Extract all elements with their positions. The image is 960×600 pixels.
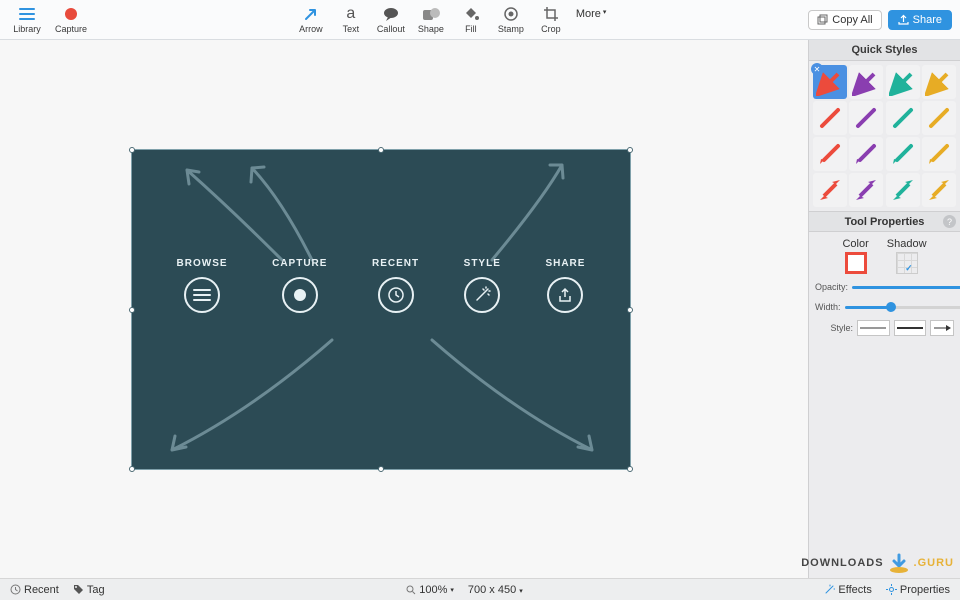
effects-link[interactable]: Effects: [824, 584, 871, 596]
fill-icon: [463, 5, 479, 23]
line-end-start[interactable]: [857, 320, 890, 336]
canvas-item-capture: CAPTURE: [272, 258, 327, 313]
quick-style-pen-1[interactable]: [849, 137, 883, 171]
text-icon: a: [346, 5, 355, 23]
properties-link[interactable]: Properties: [886, 584, 950, 596]
library-label: Library: [13, 24, 41, 34]
copy-icon: [817, 14, 828, 25]
toolbar-right: Copy All Share: [808, 10, 952, 30]
share-button[interactable]: Share: [888, 10, 952, 30]
width-slider[interactable]: [845, 306, 960, 309]
copy-all-button[interactable]: Copy All: [808, 10, 881, 30]
quick-style-pen-3[interactable]: [922, 137, 956, 171]
fill-tool[interactable]: Fill: [452, 2, 490, 38]
color-swatch[interactable]: [845, 252, 867, 274]
effects-icon: [824, 584, 835, 595]
color-property[interactable]: Color: [842, 238, 868, 274]
quick-style-line-1[interactable]: [849, 101, 883, 135]
shadow-property[interactable]: Shadow: [887, 238, 927, 274]
arrow-icon: [303, 5, 319, 23]
wand-icon: [464, 277, 500, 313]
clock-icon: [378, 277, 414, 313]
help-icon[interactable]: ?: [943, 215, 956, 228]
callout-icon: [383, 5, 399, 23]
tag-icon: [73, 584, 84, 595]
line-style[interactable]: [894, 320, 927, 336]
zoom-control[interactable]: 100%▾: [406, 584, 454, 596]
toolbar-tools: Arrow a Text Callout Shape Fill Stamp Cr…: [292, 2, 607, 38]
browse-icon: [184, 277, 220, 313]
quick-style-arrow-0[interactable]: [813, 65, 847, 99]
dimensions-readout[interactable]: 700 x 450 ▾: [468, 584, 523, 596]
width-row: Width: 11pt: [815, 300, 954, 314]
quick-style-arrow-2[interactable]: [886, 65, 920, 99]
canvas-item-style: STYLE: [464, 258, 501, 313]
crop-tool[interactable]: Crop: [532, 2, 570, 38]
more-tools[interactable]: More▾: [576, 2, 607, 38]
crop-icon: [543, 5, 559, 23]
style-row: Style:: [815, 320, 954, 336]
stamp-icon: [503, 5, 519, 23]
toolbar-left: Library Capture: [8, 2, 90, 38]
quick-style-arrow-3[interactable]: [922, 65, 956, 99]
line-end-end[interactable]: [930, 320, 954, 336]
tool-properties-body: Color Shadow Opacity: 100% Width: 11pt S…: [809, 232, 960, 342]
search-icon: [406, 585, 416, 595]
arrow-tool[interactable]: Arrow: [292, 2, 330, 38]
library-button[interactable]: Library: [8, 2, 46, 38]
tag-link[interactable]: Tag: [73, 584, 105, 596]
side-panel: Quick Styles Tool Properties ? Color Sha…: [808, 40, 960, 578]
opacity-slider[interactable]: [852, 286, 960, 289]
quick-styles-grid: [809, 61, 960, 211]
menu-icon: [19, 5, 35, 23]
canvas-item-browse: BROWSE: [177, 258, 228, 313]
callout-tool[interactable]: Callout: [372, 2, 410, 38]
main-area: BROWSE CAPTURE RECENT STYLE SHARE Quick …: [0, 40, 960, 578]
canvas[interactable]: BROWSE CAPTURE RECENT STYLE SHARE: [0, 40, 808, 578]
canvas-item-share: SHARE: [545, 258, 585, 313]
shape-tool[interactable]: Shape: [412, 2, 450, 38]
opacity-row: Opacity: 100%: [815, 280, 954, 294]
quick-styles-header: Quick Styles: [809, 40, 960, 61]
capture-label: Capture: [55, 24, 87, 34]
canvas-item-recent: RECENT: [372, 258, 419, 313]
capture-button[interactable]: Capture: [52, 2, 90, 38]
shadow-picker[interactable]: [896, 252, 918, 274]
tool-properties-header: Tool Properties ?: [809, 211, 960, 232]
quick-style-arrow-1[interactable]: [849, 65, 883, 99]
stamp-tool[interactable]: Stamp: [492, 2, 530, 38]
status-bar: Recent Tag 100%▾ 700 x 450 ▾ Effects Pro…: [0, 578, 960, 600]
share-up-icon: [547, 277, 583, 313]
clock-small-icon: [10, 584, 21, 595]
quick-style-double-0[interactable]: [813, 173, 847, 207]
text-tool[interactable]: a Text: [332, 2, 370, 38]
chevron-down-icon: ▾: [519, 588, 523, 595]
toolbar: Library Capture Arrow a Text Callout Sha…: [0, 0, 960, 40]
quick-style-pen-0[interactable]: [813, 137, 847, 171]
quick-style-double-3[interactable]: [922, 173, 956, 207]
upload-icon: [898, 14, 909, 25]
canvas-icons: BROWSE CAPTURE RECENT STYLE SHARE: [132, 258, 630, 313]
recent-link[interactable]: Recent: [10, 584, 59, 596]
gear-icon: [886, 584, 897, 595]
quick-style-double-2[interactable]: [886, 173, 920, 207]
quick-style-pen-2[interactable]: [886, 137, 920, 171]
quick-style-line-3[interactable]: [922, 101, 956, 135]
chevron-down-icon: ▾: [450, 586, 454, 594]
quick-style-line-0[interactable]: [813, 101, 847, 135]
record-icon: [64, 5, 78, 23]
quick-style-double-1[interactable]: [849, 173, 883, 207]
capture-circle-icon: [282, 277, 318, 313]
canvas-selection[interactable]: BROWSE CAPTURE RECENT STYLE SHARE: [131, 149, 631, 470]
quick-style-line-2[interactable]: [886, 101, 920, 135]
chevron-down-icon: ▾: [603, 8, 607, 16]
shape-icon: [422, 5, 440, 23]
